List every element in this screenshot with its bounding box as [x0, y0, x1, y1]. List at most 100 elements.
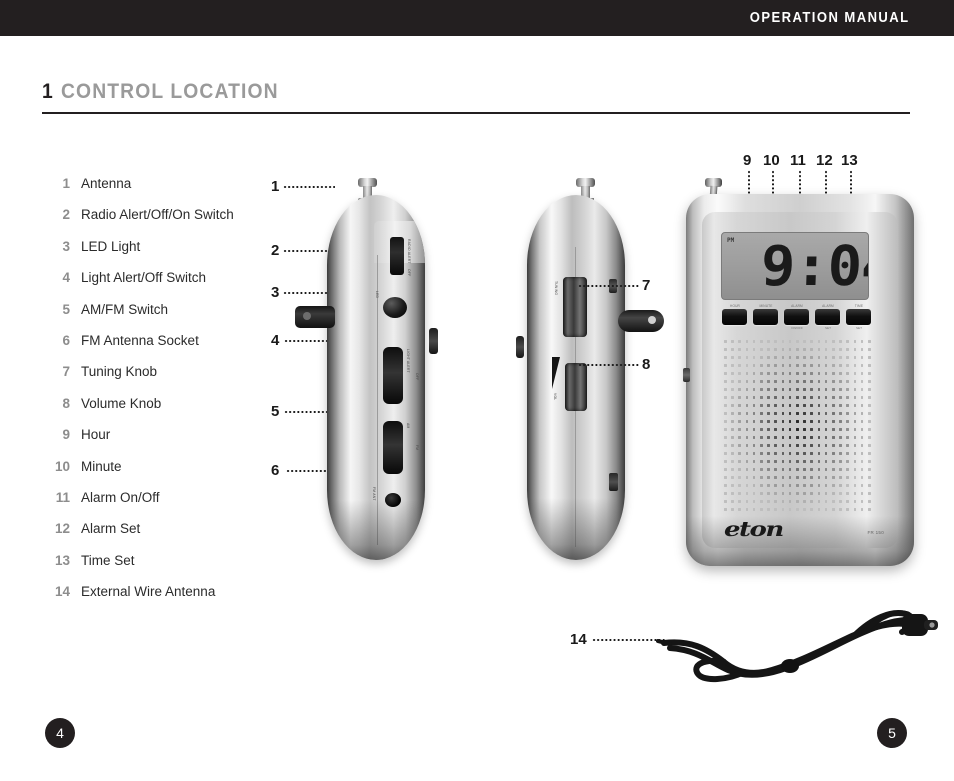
- grille-dot: [860, 460, 864, 463]
- am-fm-switch[interactable]: [383, 421, 403, 474]
- grille-dot: [824, 364, 828, 367]
- legend-number: 7: [62, 364, 70, 380]
- grille-dot: [745, 436, 749, 439]
- grille-dot: [824, 372, 828, 375]
- hour-button[interactable]: [722, 309, 747, 325]
- grille-dot: [738, 428, 741, 431]
- callout-number-14: 14: [570, 631, 587, 648]
- grille-dot: [781, 420, 785, 423]
- grille-dot: [868, 500, 871, 503]
- wire-antenna-icon: [656, 610, 938, 682]
- grille-dot: [760, 348, 763, 351]
- grille-dot: [839, 340, 842, 343]
- grille-dot: [745, 348, 749, 351]
- volume-wedge-icon: [552, 357, 560, 389]
- grille-dot: [824, 380, 828, 383]
- grille-dot: [738, 412, 741, 415]
- grille-dot: [774, 444, 777, 447]
- grille-dot: [752, 460, 756, 463]
- grille-dot: [817, 420, 821, 423]
- grille-dot: [832, 420, 835, 423]
- legend-number: 13: [54, 552, 70, 568]
- grille-dot: [731, 476, 734, 479]
- grille-dot: [817, 340, 821, 343]
- grille-dot: [810, 356, 813, 359]
- grille-dot: [832, 460, 835, 463]
- grille-dot: [853, 420, 857, 423]
- grille-dot: [853, 508, 857, 511]
- legend-number: 11: [55, 489, 70, 505]
- light-alert-switch[interactable]: [383, 347, 403, 404]
- grille-dot: [860, 476, 864, 479]
- grille-dot: [846, 420, 849, 423]
- grille-dot: [738, 468, 741, 471]
- alarm-on-off-button[interactable]: [784, 309, 809, 325]
- grille-dot: [846, 460, 849, 463]
- grille-dot: [738, 508, 741, 511]
- list-item: 1 Antenna: [42, 176, 267, 207]
- grille-dot: [752, 364, 756, 367]
- grille-dot: [788, 468, 792, 471]
- grille-dot: [738, 404, 741, 407]
- grille-dot: [731, 436, 734, 439]
- grille-dot: [752, 468, 756, 471]
- grille-dot: [781, 444, 785, 447]
- minute-button[interactable]: [753, 309, 778, 325]
- volume-knob[interactable]: [565, 363, 587, 411]
- grille-dot: [839, 436, 842, 439]
- grille-dot: [731, 444, 734, 447]
- grille-dot: [860, 388, 864, 391]
- grille-dot: [781, 460, 785, 463]
- grille-dot: [796, 476, 799, 479]
- grille-dot: [738, 348, 741, 351]
- grille-dot: [738, 476, 741, 479]
- device-body: TUNING VOL: [527, 195, 625, 560]
- grille-dot: [832, 452, 835, 455]
- legend-number: 5: [62, 301, 70, 317]
- grille-dot: [731, 388, 734, 391]
- button-label-minute: MINUTE: [759, 304, 773, 308]
- grille-dot: [853, 492, 857, 495]
- grille-dot: [752, 500, 756, 503]
- grille-dot: [810, 348, 813, 351]
- grille-dot: [810, 404, 813, 407]
- grille-dot: [774, 428, 777, 431]
- grille-dot: [810, 388, 813, 391]
- grille-dot: [832, 428, 835, 431]
- grille-dot: [860, 452, 864, 455]
- legend-label: Light Alert/Off Switch: [81, 270, 207, 286]
- grille-dot: [760, 460, 763, 463]
- micro-label-led: LED: [375, 291, 379, 299]
- fm-antenna-socket[interactable]: [385, 493, 401, 507]
- grille-dot: [839, 492, 842, 495]
- list-item: 5 AM/FM Switch: [42, 302, 267, 333]
- time-set-button[interactable]: [846, 309, 871, 325]
- grille-dot: [839, 468, 842, 471]
- grille-dot: [788, 508, 792, 511]
- grille-dot: [817, 460, 821, 463]
- grille-dot: [774, 500, 777, 503]
- grille-dot: [767, 484, 770, 487]
- list-item: 6 FM Antenna Socket: [42, 333, 267, 364]
- grille-dot: [774, 420, 777, 423]
- callout-number-7: 7: [642, 277, 651, 294]
- grille-dot: [803, 348, 806, 351]
- alarm-set-button[interactable]: [815, 309, 840, 325]
- grille-dot: [853, 484, 857, 487]
- grille-dot: [839, 364, 842, 367]
- radio-alert-switch[interactable]: [390, 237, 404, 275]
- page-title: 1 CONTROL LOCATION: [42, 80, 910, 114]
- grille-dot: [832, 356, 835, 359]
- grille-dot: [817, 364, 821, 367]
- grille-dot: [824, 388, 828, 391]
- legend-label: Radio Alert/Off/On Switch: [81, 207, 234, 223]
- section-number: 1: [42, 80, 54, 103]
- button-sub-alarm-onoff: ON/OFF: [791, 326, 803, 330]
- grille-dot: [724, 436, 727, 439]
- grille-dot: [810, 396, 813, 399]
- grille-dot: [817, 428, 821, 431]
- grille-dot: [724, 364, 727, 367]
- grille-dot: [868, 348, 871, 351]
- grille-dot: [796, 388, 799, 391]
- grille-dot: [738, 500, 741, 503]
